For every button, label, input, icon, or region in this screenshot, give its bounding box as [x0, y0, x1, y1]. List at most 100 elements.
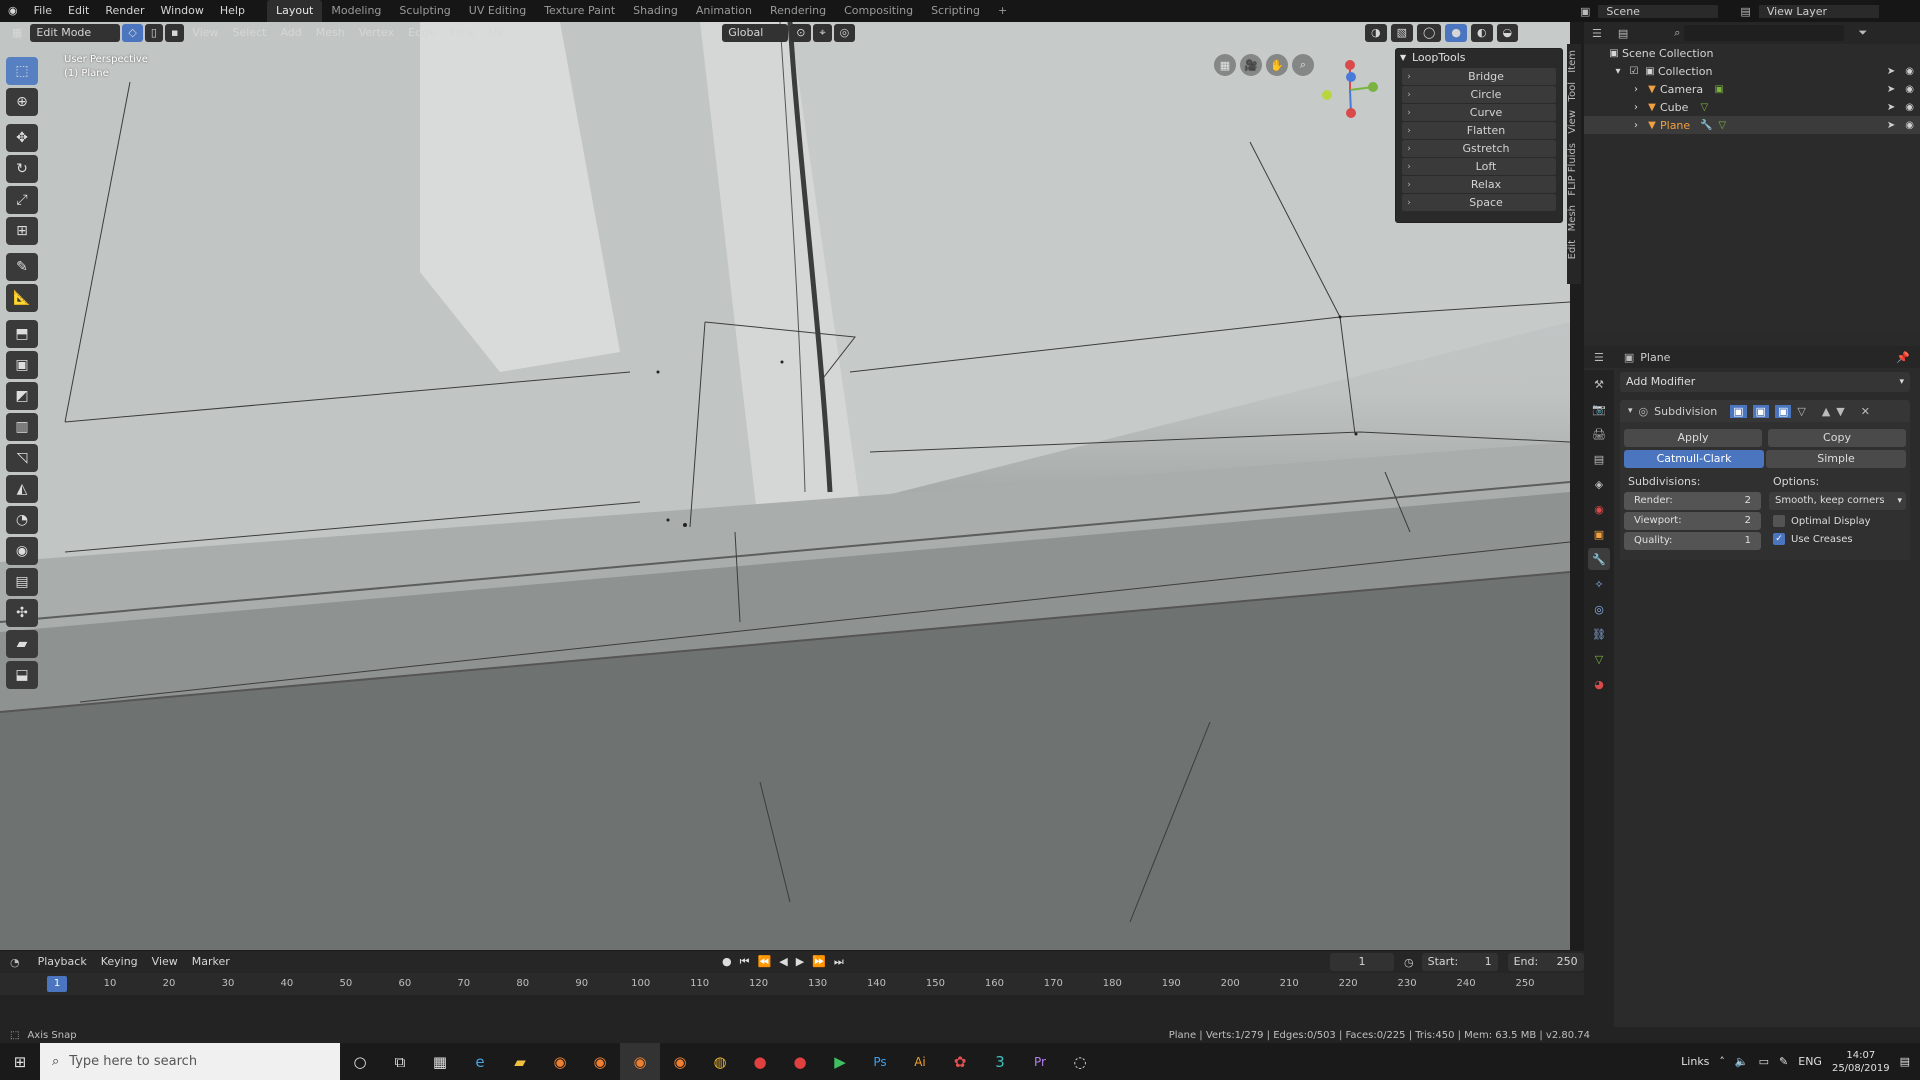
- end-frame-field[interactable]: End: 250: [1507, 953, 1584, 971]
- pan-hand-icon[interactable]: ✋: [1266, 54, 1288, 76]
- add-workspace-button[interactable]: +: [989, 0, 1016, 22]
- spin-icon[interactable]: ◔: [6, 506, 38, 534]
- steam-icon[interactable]: ◌: [1060, 1043, 1100, 1080]
- uv-smooth-dropdown[interactable]: Smooth, keep corners ▾: [1769, 492, 1906, 510]
- material-icon[interactable]: ◕: [1588, 673, 1610, 695]
- tool-settings-icon[interactable]: ⚒: [1588, 373, 1610, 395]
- tab-edit[interactable]: Edit: [1567, 237, 1578, 262]
- rip-region-icon[interactable]: ⬓: [6, 661, 38, 689]
- notifications-icon[interactable]: ▤: [1900, 1055, 1910, 1068]
- viewport-toggle-icon[interactable]: ▣: [1752, 404, 1769, 418]
- jump-start-icon[interactable]: ⏮: [740, 955, 750, 969]
- photoshop-icon[interactable]: Ps: [860, 1043, 900, 1080]
- subdivision-modifier-header[interactable]: ▾ ◎ Subdivision ▣ ▣ ▣ ▽ ▲ ▼ ✕: [1620, 400, 1910, 422]
- looptools-flatten[interactable]: › Flatten: [1402, 122, 1556, 139]
- prev-keyframe-icon[interactable]: ⏪: [758, 955, 772, 969]
- object-icon[interactable]: ▣: [1588, 523, 1610, 545]
- timeline-ruler[interactable]: 10 20 30 40 50 60 70 80 90 100 110 120 130 140 150 160 1…: [0, 973, 1584, 995]
- looptools-circle[interactable]: › Circle: [1402, 86, 1556, 103]
- looptools-loft[interactable]: › Loft: [1402, 158, 1556, 175]
- render-toggle-icon[interactable]: ▣: [1774, 404, 1792, 418]
- chevron-right-icon[interactable]: ›: [1628, 84, 1644, 95]
- illustrator-icon[interactable]: Ai: [900, 1043, 940, 1080]
- blender-app-icon[interactable]: ◉: [580, 1043, 620, 1080]
- file-explorer-icon[interactable]: ▰: [500, 1043, 540, 1080]
- timeline-editor-icon[interactable]: ◔: [10, 956, 20, 969]
- menu-help[interactable]: Help: [212, 0, 253, 22]
- looptools-bridge[interactable]: › Bridge: [1402, 68, 1556, 85]
- windows-start-icon[interactable]: ⊞: [0, 1043, 40, 1080]
- tab-sculpting[interactable]: Sculpting: [390, 0, 459, 22]
- use-creases-checkbox[interactable]: ✓ Use Creases: [1769, 530, 1906, 548]
- looptools-relax[interactable]: › Relax: [1402, 176, 1556, 193]
- outliner-search-input[interactable]: [1684, 25, 1845, 41]
- eye-icon[interactable]: ◉: [1905, 84, 1914, 95]
- annotate-icon[interactable]: ✎: [6, 253, 38, 281]
- clock[interactable]: 14:07 25/08/2019: [1832, 1049, 1890, 1075]
- scale-icon[interactable]: ⤢: [6, 186, 38, 214]
- 3d-viewport[interactable]: [0, 22, 1570, 950]
- record-app-icon[interactable]: ●: [740, 1043, 780, 1080]
- render-icon[interactable]: 📷: [1588, 398, 1610, 420]
- menu-vertex[interactable]: Vertex: [353, 24, 400, 42]
- inset-icon[interactable]: ▣: [6, 351, 38, 379]
- chrome-icon[interactable]: ◍: [700, 1043, 740, 1080]
- checkbox-icon[interactable]: ☑: [1626, 66, 1642, 77]
- search-icon[interactable]: ⌕: [1674, 26, 1680, 40]
- edge-select-icon[interactable]: ▯: [144, 24, 163, 42]
- object-data-icon[interactable]: ▽: [1588, 648, 1610, 670]
- chevron-down-icon[interactable]: ▾: [1610, 66, 1626, 77]
- outliner-item-camera[interactable]: › ▼ Camera ▣ ➤ ◉: [1584, 80, 1920, 98]
- modifier-name[interactable]: Subdivision: [1654, 405, 1724, 418]
- edge-slide-icon[interactable]: ▤: [6, 568, 38, 596]
- menu-view[interactable]: View: [146, 953, 184, 971]
- premiere-icon[interactable]: Pr: [1020, 1043, 1060, 1080]
- select-arrow-icon[interactable]: ➤: [1887, 120, 1895, 131]
- wireframe-shading-icon[interactable]: ◯: [1417, 24, 1442, 42]
- eye-icon[interactable]: ◉: [1905, 102, 1914, 113]
- snap-icon[interactable]: ⌖: [813, 24, 832, 42]
- task-view-icon[interactable]: ⧉: [380, 1043, 420, 1080]
- mode-selector[interactable]: Edit Mode: [30, 24, 121, 42]
- pivot-icon[interactable]: ⊙: [790, 24, 812, 42]
- edge-browser-icon[interactable]: e: [460, 1043, 500, 1080]
- overlays-icon[interactable]: ◑: [1365, 24, 1387, 42]
- play-reverse-icon[interactable]: ◀: [779, 955, 787, 969]
- menu-file[interactable]: File: [26, 0, 60, 22]
- tab-texture-paint[interactable]: Texture Paint: [535, 0, 624, 22]
- tab-rendering[interactable]: Rendering: [761, 0, 835, 22]
- collection-row[interactable]: ▾ ☑ ▣ Collection ➤ ◉: [1584, 62, 1920, 80]
- eye-icon[interactable]: ◉: [1905, 66, 1914, 77]
- clock-icon[interactable]: ◷: [1404, 956, 1414, 969]
- looptools-space[interactable]: › Space: [1402, 194, 1556, 211]
- media-play-icon[interactable]: ▶: [820, 1043, 860, 1080]
- modifiers-wrench-icon[interactable]: 🔧: [1588, 548, 1610, 570]
- move-up-icon[interactable]: ▲: [1822, 405, 1830, 418]
- select-arrow-icon[interactable]: ➤: [1887, 84, 1895, 95]
- menu-render[interactable]: Render: [97, 0, 152, 22]
- tab-scripting[interactable]: Scripting: [922, 0, 989, 22]
- output-icon[interactable]: 🖨: [1588, 423, 1610, 445]
- add-modifier-dropdown[interactable]: Add Modifier ▾: [1620, 372, 1910, 392]
- apply-button[interactable]: Apply: [1624, 429, 1762, 447]
- taskbar-search[interactable]: ⌕ Type here to search: [40, 1043, 340, 1080]
- catmull-clark-button[interactable]: Catmull-Clark: [1624, 450, 1764, 468]
- play-icon[interactable]: ▶: [796, 955, 804, 969]
- material-shading-icon[interactable]: ◐: [1470, 24, 1493, 42]
- tab-uv-editing[interactable]: UV Editing: [460, 0, 535, 22]
- links-toolbar[interactable]: Links: [1681, 1055, 1709, 1068]
- loop-cut-icon[interactable]: ▥: [6, 413, 38, 441]
- record-app-icon[interactable]: ●: [780, 1043, 820, 1080]
- tab-compositing[interactable]: Compositing: [835, 0, 922, 22]
- camera-view-icon[interactable]: 🎥: [1240, 54, 1262, 76]
- select-arrow-icon[interactable]: ➤: [1887, 66, 1895, 77]
- blender-app-icon[interactable]: ◉: [620, 1043, 660, 1080]
- volume-icon[interactable]: 🔈: [1735, 1055, 1749, 1068]
- pin-icon[interactable]: 📌: [1896, 351, 1910, 364]
- knife-icon[interactable]: ◹: [6, 444, 38, 472]
- menu-add[interactable]: Add: [274, 24, 307, 42]
- orientation-selector[interactable]: Global: [722, 24, 789, 42]
- menu-mesh[interactable]: Mesh: [310, 24, 351, 42]
- start-frame-field[interactable]: Start: 1: [1421, 953, 1498, 971]
- menu-edit[interactable]: Edit: [60, 0, 97, 22]
